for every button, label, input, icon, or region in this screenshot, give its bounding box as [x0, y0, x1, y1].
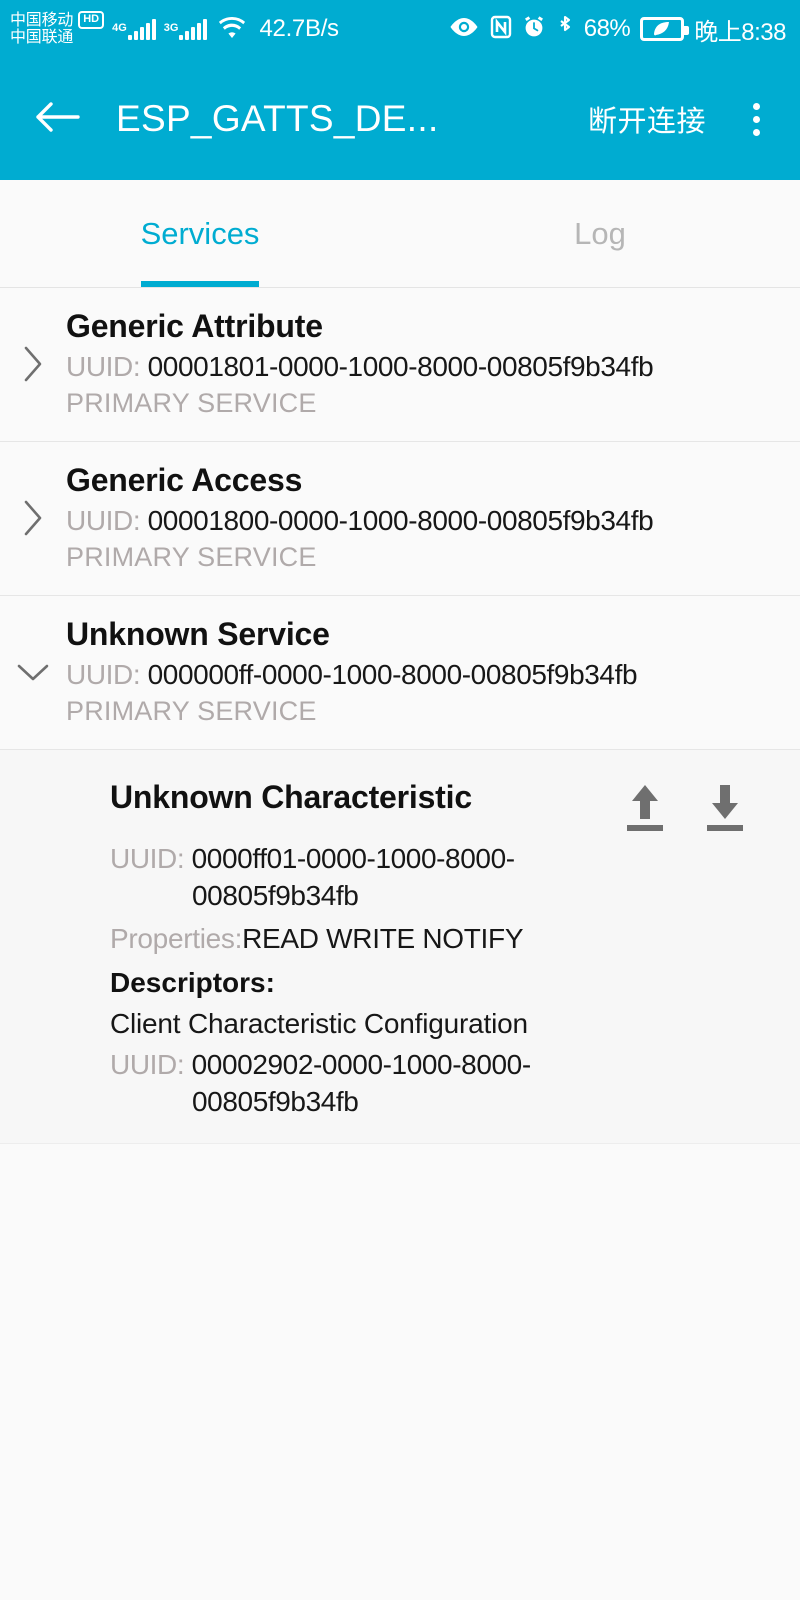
uuid-value: 00001801-0000-1000-8000-00805f9b34fb [147, 350, 654, 382]
characteristic-actions [622, 778, 778, 834]
uuid-value: 00001800-0000-1000-8000-00805f9b34fb [147, 504, 654, 536]
uuid-label: UUID: [66, 504, 141, 536]
service-type-label: PRIMARY SERVICE [66, 388, 317, 419]
network-type-label-1: 4G [112, 22, 127, 34]
chevron-right-icon [0, 496, 66, 540]
characteristic-block: Unknown Characteristic UUID: 0000ff01-00… [0, 750, 800, 1144]
back-button[interactable] [30, 92, 84, 146]
carrier-primary-label: 中国移动 [10, 11, 74, 29]
eye-comfort-icon [448, 16, 480, 43]
hd-badge: HD [78, 11, 105, 30]
disconnect-button[interactable]: 断开连接 [588, 98, 706, 140]
bluetooth-icon [556, 14, 574, 45]
tab-log[interactable]: Log [400, 180, 800, 287]
wifi-icon [217, 17, 247, 41]
properties-value: READ WRITE NOTIFY [242, 923, 524, 955]
page-title: ESP_GATTS_DE... [116, 98, 439, 139]
uuid-label: UUID: [110, 1049, 185, 1081]
carrier-info: 中国移动 HD 中国联通 [10, 11, 105, 46]
alarm-icon [522, 15, 546, 44]
overflow-dot-1 [752, 102, 760, 110]
carrier-secondary-row: 中国联通 [10, 29, 104, 46]
service-uuid-line: UUID: 00001801-0000-1000-8000-00805f9b34… [66, 349, 786, 385]
network-type-label-2: 3G [163, 22, 179, 34]
signal-bars-icon-1 [127, 18, 156, 40]
service-uuid-line: UUID: 000000ff-0000-1000-8000-00805f9b34… [66, 657, 786, 693]
uuid-value: 00002902-0000-1000-8000-00805f9b34fb [191, 1049, 532, 1118]
uuid-label: UUID: [66, 350, 141, 382]
service-list: Generic Attribute UUID: 00001801-0000-10… [0, 288, 800, 1144]
uuid-label: UUID: [66, 658, 141, 690]
service-type-label: PRIMARY SERVICE [66, 542, 317, 573]
uuid-value: 000000ff-0000-1000-8000-00805f9b34fb [147, 658, 638, 690]
network-speed-label: 42.7B/s [259, 15, 339, 42]
descriptor-uuid-line: UUID: 00002902-0000-1000-8000-00805f9b34… [110, 1046, 610, 1120]
download-arrow-icon[interactable] [702, 782, 748, 834]
service-info: Generic Access UUID: 00001800-0000-1000-… [66, 460, 800, 575]
tab-bar: Services Log [0, 180, 800, 288]
descriptor-name: Client Characteristic Configuration [110, 1007, 528, 1039]
characteristic-header: Unknown Characteristic [110, 778, 778, 834]
service-name: Generic Attribute [66, 307, 323, 344]
overflow-dot-3 [752, 128, 760, 136]
overflow-dot-2 [752, 115, 760, 123]
service-info: Generic Attribute UUID: 00001801-0000-10… [66, 306, 800, 421]
overflow-menu-icon[interactable] [734, 92, 778, 146]
characteristic-uuid-line: UUID: 0000ff01-0000-1000-8000-00805f9b34… [110, 840, 630, 914]
upload-arrow-icon[interactable] [622, 782, 668, 834]
descriptors-title: Descriptors: [110, 966, 275, 998]
service-row[interactable]: Generic Attribute UUID: 00001801-0000-10… [0, 288, 800, 442]
service-row[interactable]: Generic Access UUID: 00001800-0000-1000-… [0, 442, 800, 596]
uuid-label: UUID: [110, 843, 185, 874]
uuid-value: 0000ff01-0000-1000-8000-00805f9b34fb [191, 843, 515, 912]
clock-label: 晚上8:38 [694, 18, 786, 46]
carrier-primary-row: 中国移动 HD [10, 11, 105, 30]
status-bar-right: 68% 晚上8:38 [448, 12, 786, 47]
tab-services[interactable]: Services [0, 180, 400, 287]
chevron-right-icon [0, 342, 66, 386]
arrow-left-icon [34, 98, 80, 141]
service-type-label: PRIMARY SERVICE [66, 696, 317, 727]
properties-label: Properties: [110, 923, 243, 955]
service-uuid-line: UUID: 00001800-0000-1000-8000-00805f9b34… [66, 503, 786, 539]
characteristic-name: Unknown Characteristic [110, 779, 472, 815]
characteristic-properties-line: Properties:READ WRITE NOTIFY [110, 920, 778, 957]
signal-4g: 4G [112, 18, 156, 40]
nfc-icon [490, 15, 512, 44]
signal-3g: 3G [164, 18, 208, 40]
battery-saver-icon [640, 17, 690, 41]
services-page-body: Generic Attribute UUID: 00001801-0000-10… [0, 288, 800, 1144]
battery-percent-label: 68% [583, 15, 631, 42]
service-name: Unknown Service [66, 615, 330, 652]
chevron-down-icon [0, 657, 66, 687]
service-name: Generic Access [66, 461, 303, 498]
service-info: Unknown Service UUID: 000000ff-0000-1000… [66, 614, 800, 729]
status-bar: 中国移动 HD 中国联通 4G 3G 42.7B/s 68% 晚上8:38 [0, 0, 800, 58]
carrier-secondary-label: 中国联通 [10, 29, 74, 47]
service-row[interactable]: Unknown Service UUID: 000000ff-0000-1000… [0, 596, 800, 750]
app-bar: ESP_GATTS_DE... 断开连接 [0, 58, 800, 180]
signal-bars-icon-2 [179, 18, 208, 40]
